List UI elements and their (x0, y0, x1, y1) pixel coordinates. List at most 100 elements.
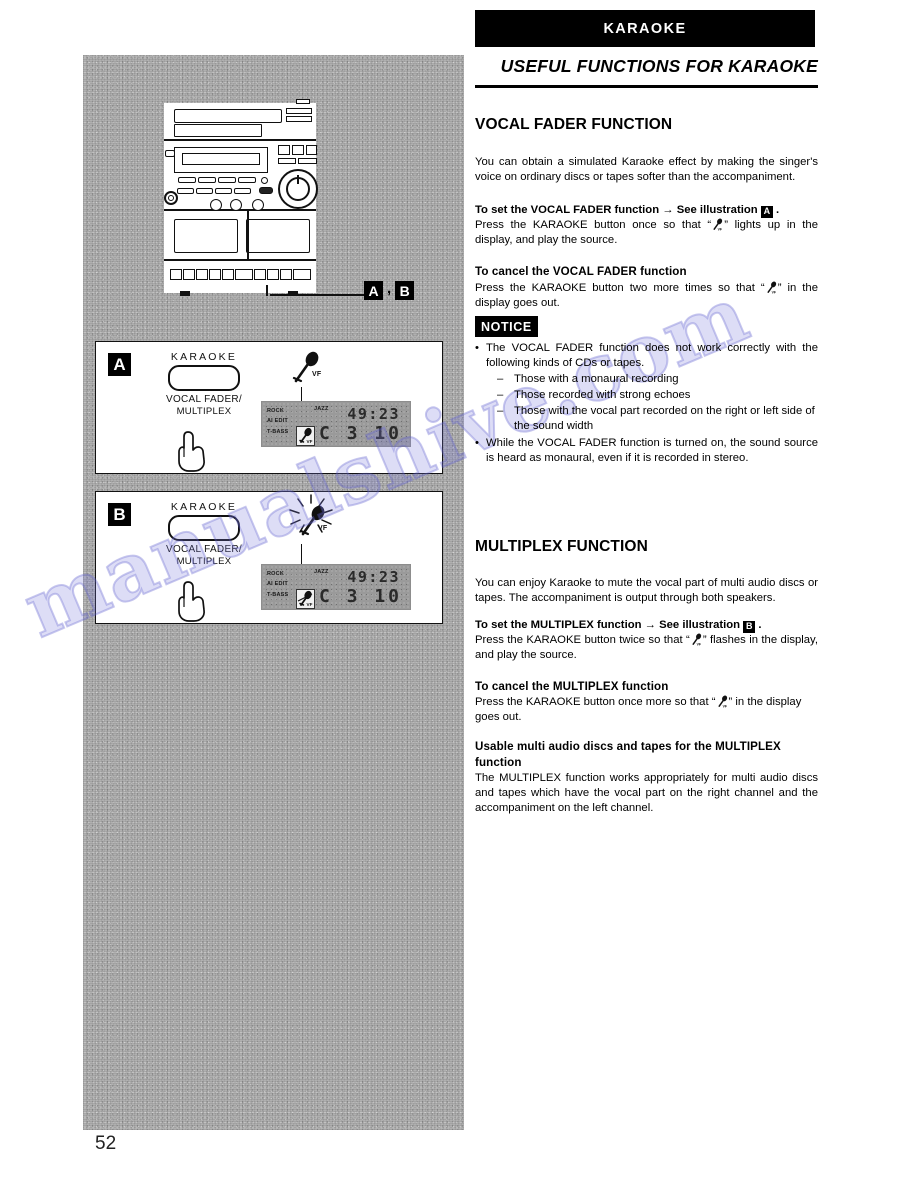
svg-text:VF: VF (307, 602, 313, 607)
panel-a-mic-indicator-icon: VF (282, 350, 328, 390)
multiplex-usable-body: The MULTIPLEX function works appropriate… (475, 772, 818, 815)
dash-marker: – (497, 373, 504, 385)
notice-bullet-2: • While the VOCAL FADER function is turn… (475, 436, 818, 466)
vocal-fader-intro: You can obtain a simulated Karaoke effec… (475, 156, 818, 184)
bullet-marker: • (475, 437, 479, 449)
mp-set-arrow-icon: → (644, 619, 656, 631)
page-number: 52 (95, 1133, 117, 1154)
panel-a-display: ROCK AI EDIT T-BASS JAZZ VF 49:23 C 3 10 (261, 401, 411, 447)
panel-a-vf-text: VF (312, 371, 322, 378)
vf-mic-glyph-icon: VF (767, 281, 776, 294)
panel-b-multiplex-label: MULTIPLEX (176, 556, 232, 567)
panel-b-karaoke-button-icon (168, 515, 240, 541)
callout-leader-line (270, 294, 366, 296)
panel-b-badge: B (108, 503, 131, 526)
pointing-hand-icon (178, 581, 205, 622)
mp-cancel-body-pre: Press the KARAOKE button once more so th… (475, 696, 716, 708)
notice-dash-2: – Those recorded with strong echoes (486, 388, 818, 403)
svg-text:VF: VF (718, 227, 722, 231)
vf-mic-glyph-icon: VF (692, 633, 701, 646)
dash-marker: – (497, 389, 504, 401)
vocal-fader-heading: VOCAL FADER FUNCTION (475, 116, 673, 133)
notice-dash-1-text: Those with a monaural recording (514, 373, 679, 385)
karaoke-section-banner: KARAOKE (475, 10, 815, 47)
vf-set-heading-pre: To set the VOCAL FADER function (475, 204, 660, 216)
mp-set-heading-pre: To set the MULTIPLEX function (475, 619, 642, 631)
vf-mic-glyph-icon: VF (717, 695, 727, 708)
dash-marker: – (497, 405, 504, 417)
svg-text:VF: VF (722, 704, 726, 708)
callout-badge-a: A (364, 281, 383, 300)
callout-badge-group: A , B (364, 280, 415, 300)
panel-a-karaoke-button-icon (168, 365, 240, 391)
multiplex-set-heading: To set the MULTIPLEX function → See illu… (475, 618, 818, 633)
panel-a-badge: A (108, 353, 131, 376)
notice-badge: NOTICE (475, 316, 538, 337)
bullet-marker: • (475, 342, 479, 354)
callout-badge-b: B (395, 281, 415, 300)
vocal-fader-cancel-heading: To cancel the VOCAL FADER function (475, 265, 687, 278)
cassette-deck-a-icon (174, 219, 238, 253)
multiplex-usable-heading-line1: Usable multi audio discs and tapes for t… (475, 740, 781, 753)
label-jazz: JAZZ (314, 406, 329, 412)
label-jazz: JAZZ (314, 569, 329, 575)
notice-dash-2-text: Those recorded with strong echoes (514, 389, 691, 401)
svg-text:VF: VF (696, 642, 700, 646)
panel-b-vf-text: VF (318, 525, 328, 532)
notice-dash-3: – Those with the vocal part recorded on … (486, 404, 818, 434)
panel-b-karaoke-label: KARAOKE (170, 501, 238, 513)
panel-a-vocal-fader-label: VOCAL FADER/ (165, 394, 243, 405)
panel-a-karaoke-label: KARAOKE (170, 351, 238, 363)
mp-set-body-pre: Press the KARAOKE button twice so that “ (475, 634, 690, 646)
mp-set-heading-post: See illustration (659, 619, 741, 631)
notice-bullet-1-text: The VOCAL FADER function does not work c… (486, 342, 818, 370)
notice-dash-3-text: Those with the vocal part recorded on th… (514, 405, 815, 433)
multiplex-cancel-body: Press the KARAOKE button once more so th… (475, 695, 818, 725)
panel-b-vocal-fader-label: VOCAL FADER/ (165, 544, 243, 555)
panel-a-button-group: KARAOKE VOCAL FADER/ MULTIPLEX (144, 351, 264, 417)
panel-a-vf-indicator-box: VF (296, 426, 315, 446)
vf-set-heading-post: See illustration (676, 204, 758, 216)
multiplex-usable-heading-line2: function (475, 756, 522, 769)
notice-bullet-1: • The VOCAL FADER function does not work… (475, 341, 818, 371)
vf-set-heading-period: . (775, 204, 780, 216)
multiplex-intro: You can enjoy Karaoke to mute the vocal … (475, 577, 818, 605)
multiplex-cancel-heading: To cancel the MULTIPLEX function (475, 680, 669, 693)
panel-b-mic-indicator-icon: VF (282, 496, 344, 548)
mp-set-heading-period: . (758, 619, 762, 631)
notice-bullet-2-text: While the VOCAL FADER function is turned… (486, 437, 818, 465)
vf-mic-glyph-icon: VF (713, 218, 723, 231)
vocal-fader-set-body: Press the KARAOKE button once so that “ V… (475, 218, 818, 248)
content-column: KARAOKE USEFUL FUNCTIONS FOR KARAOKE VOC… (475, 0, 895, 1188)
svg-text:VF: VF (307, 439, 313, 444)
label-rock: ROCK (267, 571, 284, 577)
multiplex-set-body: Press the KARAOKE button twice so that “… (475, 633, 818, 663)
vf-set-body-pre: Press the KARAOKE button once so that “ (475, 219, 712, 231)
vocal-fader-cancel-body: Press the KARAOKE button two more times … (475, 281, 818, 311)
panel-a-segment-top: 49:23 (347, 405, 400, 423)
illustration-panel-b: B KARAOKE VOCAL FADER/ MULTIPLEX VF ROCK… (95, 491, 443, 624)
callout-separator: , (387, 280, 392, 297)
vf-cancel-body-pre: Press the KARAOKE button two more times … (475, 282, 765, 294)
panel-b-vf-indicator-box: VF (296, 589, 315, 609)
vocal-fader-set-heading: To set the VOCAL FADER function → See il… (475, 203, 818, 218)
illustration-panel-a: A KARAOKE VOCAL FADER/ MULTIPLEX VF ROCK… (95, 341, 443, 474)
panel-a-multiplex-label: MULTIPLEX (176, 406, 232, 417)
vf-set-arrow-icon: → (662, 204, 674, 216)
stereo-system-illustration: A , B (150, 95, 440, 300)
cassette-deck-b-icon (246, 219, 310, 253)
karaoke-banner-text: KARAOKE (603, 20, 687, 37)
panel-a-segment-bottom: C 3 10 (318, 423, 402, 444)
panel-b-button-group: KARAOKE VOCAL FADER/ MULTIPLEX (144, 501, 264, 567)
callout-leader-vertical (266, 285, 268, 296)
panel-b-segment-bottom: C 3 10 (318, 586, 402, 607)
vf-set-badge-a: A (760, 205, 773, 218)
multiplex-heading: MULTIPLEX FUNCTION (475, 538, 648, 555)
notice-dash-1: – Those with a monaural recording (486, 372, 818, 387)
svg-text:VF: VF (771, 290, 775, 294)
karaoke-button-on-unit (259, 187, 273, 194)
panel-b-segment-top: 49:23 (347, 568, 400, 586)
mp-set-badge-b: B (743, 620, 756, 633)
cd-door-icon (174, 109, 282, 123)
page-title: USEFUL FUNCTIONS FOR KARAOKE (500, 56, 818, 76)
